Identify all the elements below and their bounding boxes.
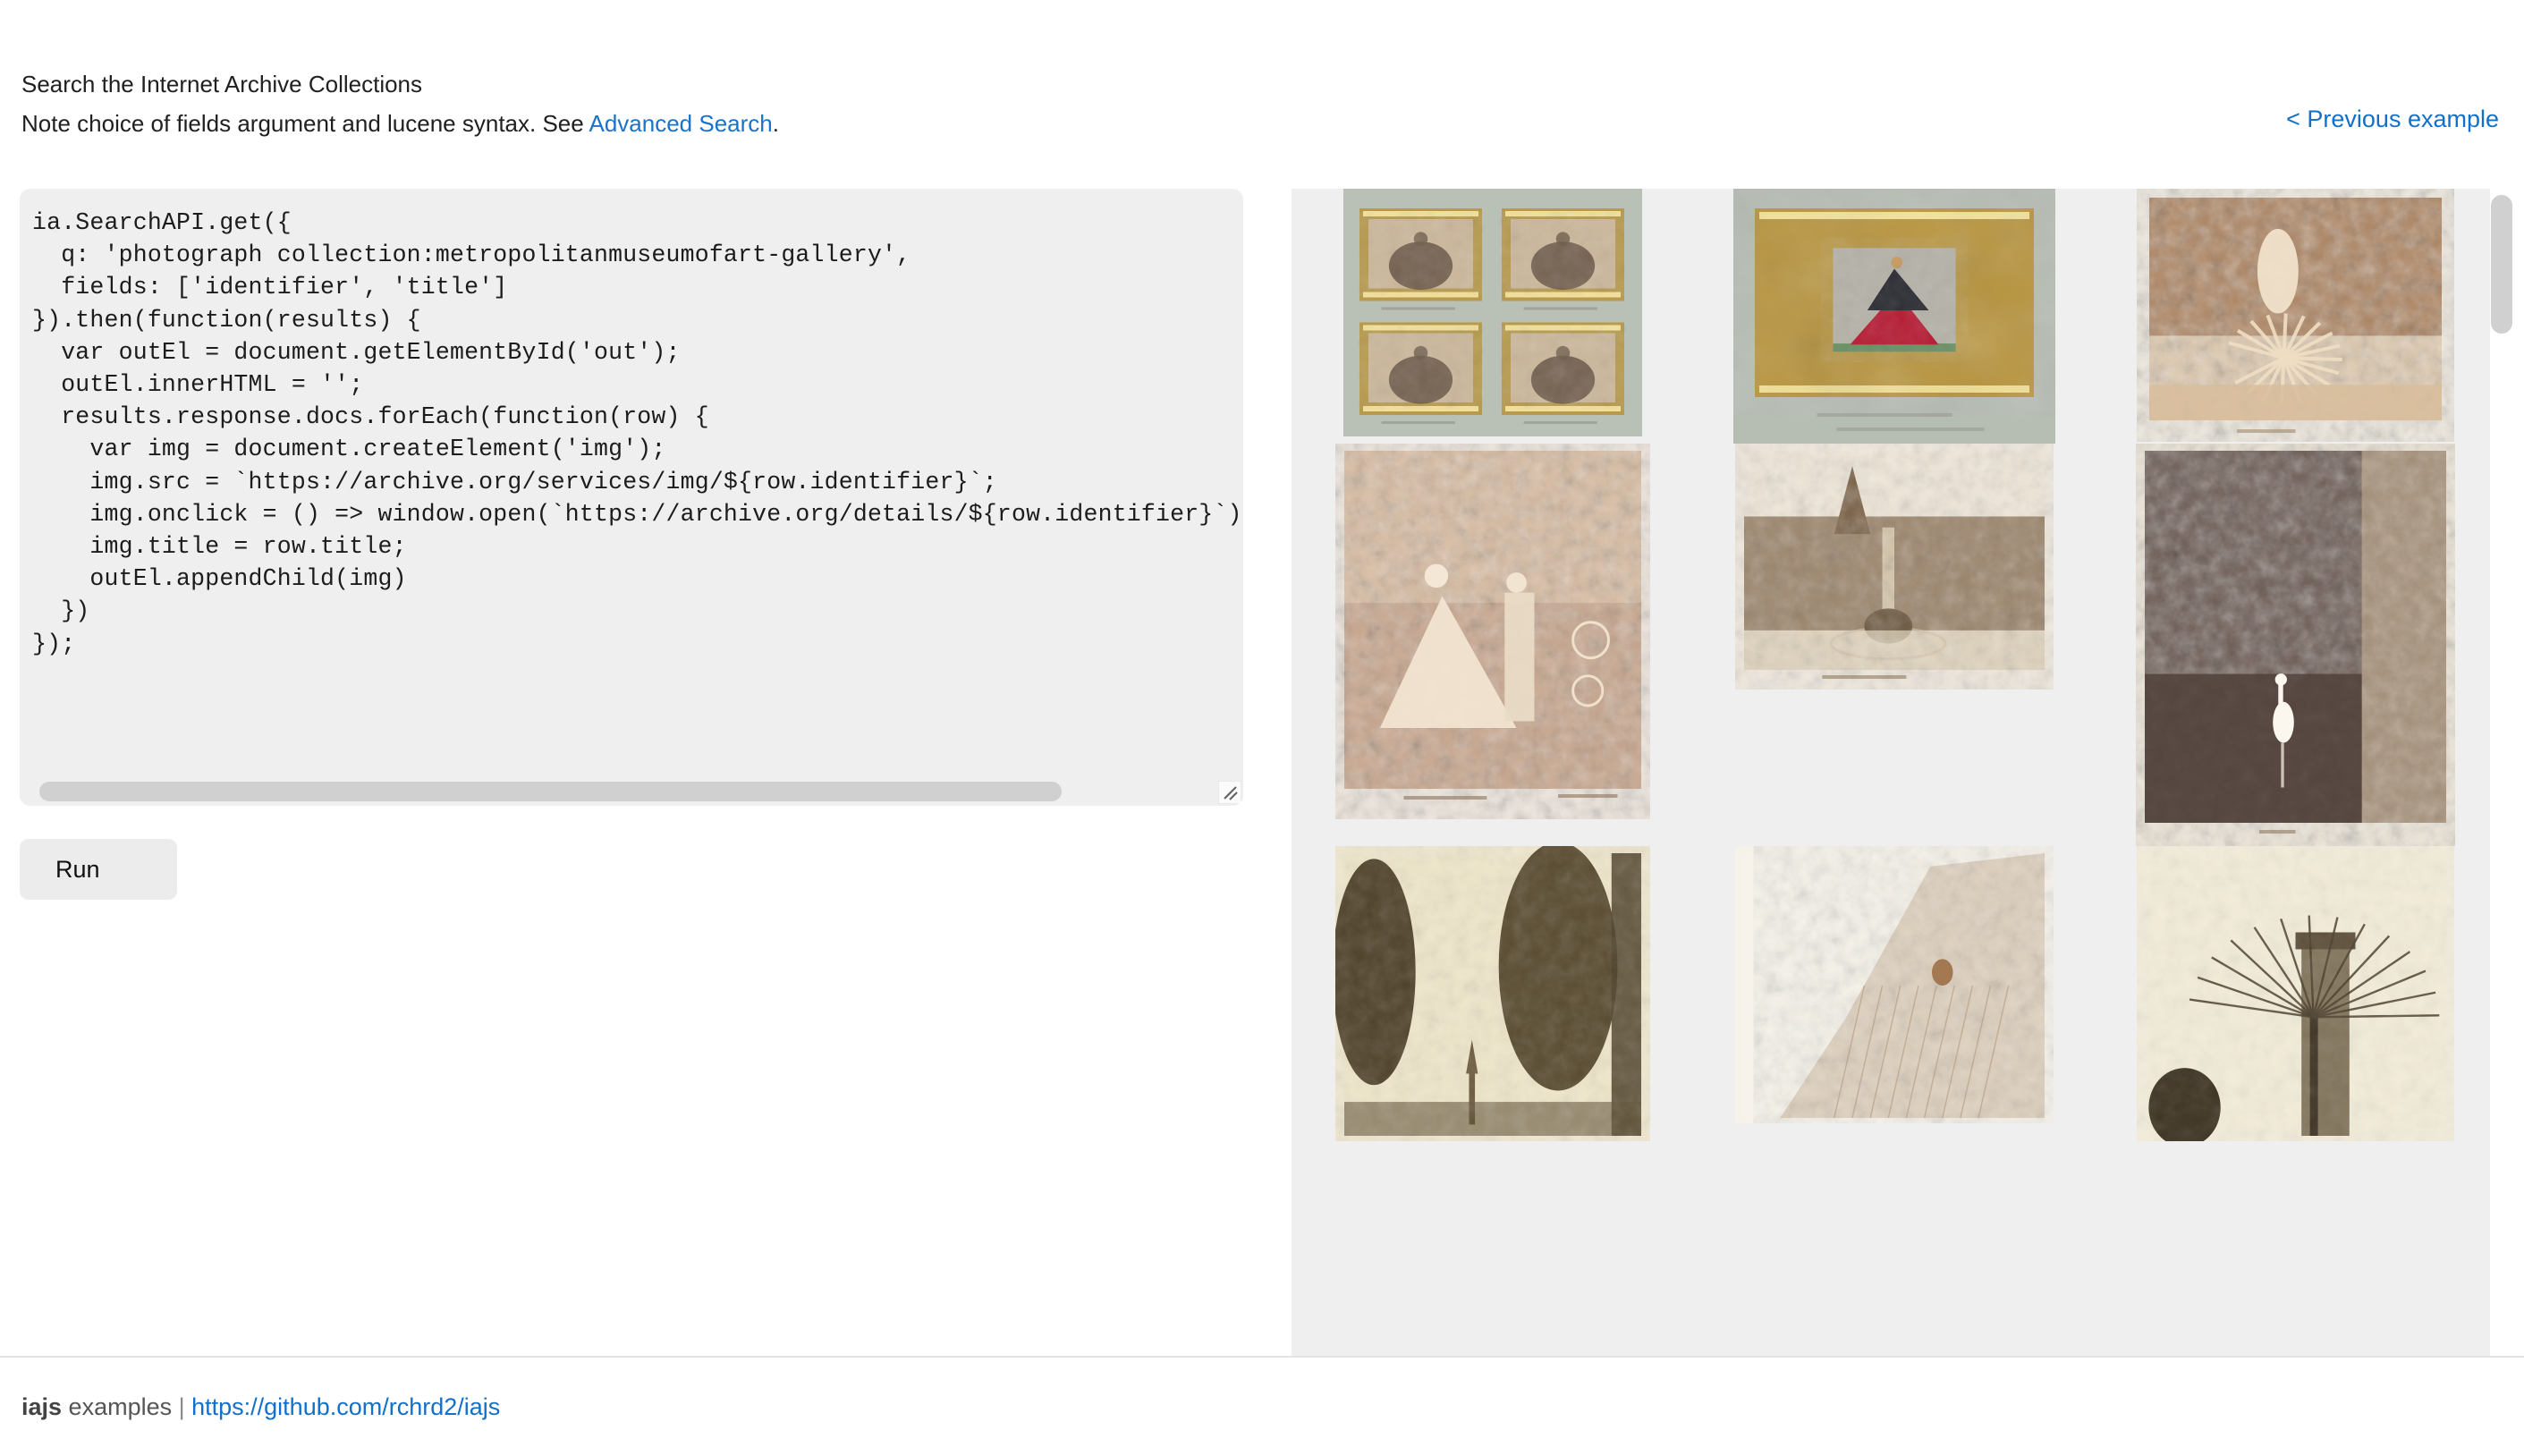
page-note: Note choice of fields argument and lucen…: [21, 104, 2485, 143]
footer-examples-label: examples: [62, 1393, 179, 1420]
result-image-framed-hand-colored-portrait-woman-red-skirt[interactable]: [1733, 189, 2055, 444]
output-vertical-scrollbar-thumb[interactable]: [2491, 195, 2512, 334]
page-header: Search the Internet Archive Collections …: [0, 0, 2524, 159]
image-results-row: [1292, 846, 2497, 1141]
result-image-album-page-four-cartes-de-visite-portraits[interactable]: [1343, 189, 1642, 436]
output-results-container[interactable]: [1292, 189, 2497, 1356]
image-results-grid: [1292, 189, 2497, 1141]
result-image-rock-face-cliff-study[interactable]: [1735, 846, 2054, 1123]
image-results-row: [1292, 444, 2497, 846]
image-results-row: [1292, 189, 2497, 444]
page-note-suffix: .: [773, 110, 779, 137]
code-editor-content[interactable]: ia.SearchAPI.get({ q: 'photograph collec…: [32, 207, 1243, 660]
main-split-area: ia.SearchAPI.get({ q: 'photograph collec…: [0, 159, 2524, 1356]
result-image-obelisk-fountain-park-view[interactable]: [1735, 444, 2054, 690]
footer-github-link[interactable]: https://github.com/rchrd2/iajs: [191, 1393, 500, 1420]
advanced-search-link[interactable]: Advanced Search: [589, 110, 773, 137]
image-result-cell: [2095, 444, 2496, 846]
result-image-bare-tree-with-tower[interactable]: [2137, 846, 2454, 1141]
page-title: Search the Internet Archive Collections: [21, 64, 2485, 104]
result-image-trees-with-church-spire-horizon[interactable]: [1335, 846, 1650, 1141]
image-result-cell: [1693, 444, 2095, 690]
footer-text: iajs examples | https://github.com/rchrd…: [21, 1392, 2524, 1422]
image-result-cell: [2095, 189, 2496, 442]
image-result-cell: [2095, 846, 2496, 1141]
previous-example-link[interactable]: < Previous example: [2286, 104, 2499, 134]
output-pane: [1263, 159, 2524, 1356]
image-result-cell: [1292, 846, 1693, 1141]
image-result-cell: [1292, 189, 1693, 436]
image-result-cell: [1693, 846, 2095, 1123]
editor-pane: ia.SearchAPI.get({ q: 'photograph collec…: [0, 159, 1263, 1356]
run-button[interactable]: Run: [20, 839, 177, 900]
editor-horizontal-scrollbar-track[interactable]: [20, 779, 1243, 806]
page-note-prefix: Note choice of fields argument and lucen…: [21, 110, 589, 137]
editor-horizontal-scrollbar-thumb[interactable]: [39, 782, 1062, 801]
image-result-cell: [1292, 444, 1693, 819]
image-result-cell: [1693, 189, 2095, 444]
resize-grip-icon[interactable]: [1218, 781, 1241, 804]
result-image-garden-portrait-seated-couple[interactable]: [1335, 444, 1650, 819]
footer-brand: iajs: [21, 1393, 62, 1420]
result-image-salt-print-yucca-gloriosa-garden[interactable]: [2137, 189, 2454, 442]
result-image-heron-at-pond-with-foliage[interactable]: [2136, 444, 2455, 846]
footer-separator: |: [179, 1393, 192, 1420]
output-vertical-scrollbar-track[interactable]: [2490, 189, 2513, 1356]
page-footer: iajs examples | https://github.com/rchrd…: [0, 1356, 2524, 1456]
code-editor-textarea[interactable]: ia.SearchAPI.get({ q: 'photograph collec…: [20, 189, 1243, 806]
